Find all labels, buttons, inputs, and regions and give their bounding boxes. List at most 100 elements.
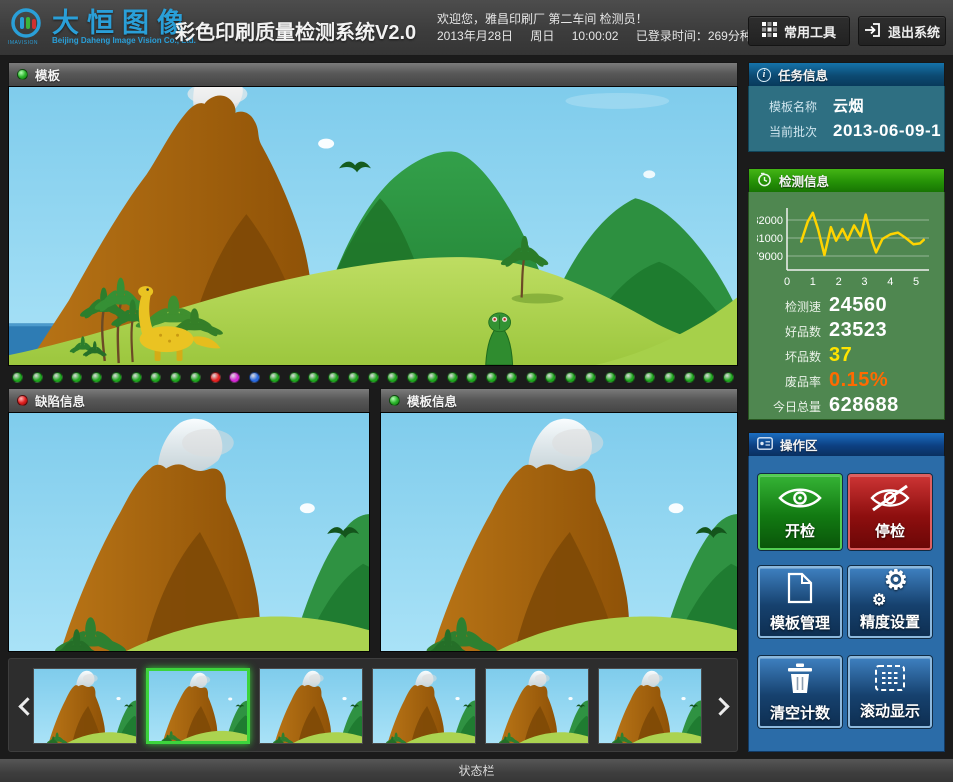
app-window: IMAVISION 大恒图像 Beijing Daheng Image Visi… xyxy=(0,0,953,782)
indicator-dot xyxy=(348,372,359,383)
stat-label: 今日总量 xyxy=(749,398,821,415)
svg-text:5: 5 xyxy=(913,276,919,288)
stat-value: 37 xyxy=(829,344,852,367)
indicator-dot xyxy=(269,372,280,383)
exit-system-button[interactable]: 退出系统 xyxy=(858,16,946,46)
indicator-dot xyxy=(32,372,43,383)
filmstrip-thumbnail[interactable] xyxy=(372,668,476,744)
logout-icon xyxy=(864,22,881,41)
indicator-dot xyxy=(545,372,556,383)
start-inspection-button[interactable]: 开检 xyxy=(758,474,842,550)
logo-mark-text: IMAVISION xyxy=(8,40,38,46)
defect-panel-header: 缺陷信息 xyxy=(8,388,370,412)
indicator-dot xyxy=(229,372,240,383)
filmstrip xyxy=(8,658,738,752)
grid-icon xyxy=(762,22,777,40)
speed-line-chart: 820008100079000012345 xyxy=(757,200,939,294)
template-manage-button[interactable]: 模板管理 xyxy=(758,566,842,638)
indicator-dot xyxy=(585,372,596,383)
stat-value: 0.15% xyxy=(829,369,888,392)
template-info-panel-title: 模板信息 xyxy=(407,391,457,410)
svg-text:3: 3 xyxy=(861,276,867,288)
filmstrip-thumbnail[interactable] xyxy=(146,668,250,744)
svg-text:0: 0 xyxy=(784,276,790,288)
eye-icon xyxy=(777,484,823,516)
svg-text:4: 4 xyxy=(887,276,893,288)
indicator-dot xyxy=(407,372,418,383)
indicator-dot xyxy=(644,372,655,383)
indicator-dot xyxy=(111,372,122,383)
welcome-text: 欢迎您，雅昌印刷厂 第二车间 检测员！ xyxy=(437,11,766,28)
stat-label: 废品率 xyxy=(749,373,821,390)
defect-panel-title: 缺陷信息 xyxy=(35,391,85,410)
gears-icon: ⚙⚙ xyxy=(872,573,908,607)
stat-label: 好品数 xyxy=(749,323,821,340)
indicator-dot xyxy=(249,372,260,383)
stat-row: 检测速 24560 xyxy=(749,294,946,319)
stop-inspection-label: 停检 xyxy=(875,520,905,541)
svg-text:82000: 82000 xyxy=(757,215,783,227)
detect-stats: 检测速 24560 好品数 23523 坏品数 37 废品率 0.15% 今日总… xyxy=(749,294,946,419)
indicator-dot xyxy=(71,372,82,383)
indicator-dot xyxy=(506,372,517,383)
page-title: 彩色印刷质量检测系统V2.0 xyxy=(175,16,416,45)
template-name-value: 云烟 xyxy=(833,95,864,116)
indicator-dot xyxy=(190,372,201,383)
clear-count-label: 清空计数 xyxy=(770,702,830,723)
stop-inspection-button[interactable]: 停检 xyxy=(848,474,932,550)
task-info-title: 任务信息 xyxy=(778,65,828,84)
filmstrip-thumbnail[interactable] xyxy=(33,668,137,744)
stat-row: 坏品数 37 xyxy=(749,344,946,369)
indicator-dot xyxy=(447,372,458,383)
svg-text:1: 1 xyxy=(810,276,816,288)
green-status-orb-icon xyxy=(389,395,400,406)
indicator-dot xyxy=(466,372,477,383)
indicator-dot xyxy=(605,372,616,383)
precision-settings-button[interactable]: ⚙⚙ 精度设置 xyxy=(848,566,932,638)
time-text: 10:00:02 xyxy=(572,29,619,43)
indicator-dot xyxy=(664,372,675,383)
indicator-dots xyxy=(8,366,738,388)
start-inspection-label: 开检 xyxy=(785,520,815,541)
template-info-panel-header: 模板信息 xyxy=(380,388,738,412)
session-info: 欢迎您，雅昌印刷厂 第二车间 检测员！ 2013年月28日 周日 10:00:0… xyxy=(437,11,766,45)
indicator-dot xyxy=(368,372,379,383)
scroll-right-chevron-icon[interactable] xyxy=(711,697,729,715)
filmstrip-thumbnail[interactable] xyxy=(598,668,702,744)
stat-row: 好品数 23523 xyxy=(749,319,946,344)
title-bar: IMAVISION 大恒图像 Beijing Daheng Image Visi… xyxy=(0,0,953,56)
indicator-dot xyxy=(52,372,63,383)
indicator-dot xyxy=(170,372,181,383)
status-bar: 状态栏 xyxy=(0,758,953,782)
indicator-dot xyxy=(427,372,438,383)
indicator-dot xyxy=(150,372,161,383)
stat-row: 废品率 0.15% xyxy=(749,369,946,394)
filmstrip-thumbnail[interactable] xyxy=(485,668,589,744)
red-status-orb-icon xyxy=(17,395,28,406)
daheng-logo-icon: IMAVISION xyxy=(8,8,46,46)
indicator-dot xyxy=(624,372,635,383)
indicator-dot xyxy=(308,372,319,383)
scroll-grid-icon xyxy=(874,664,906,696)
task-info-panel-header: i 任务信息 xyxy=(748,62,945,86)
indicator-dot xyxy=(565,372,576,383)
svg-text:2: 2 xyxy=(836,276,842,288)
template-image xyxy=(8,86,738,366)
stat-row: 今日总量 628688 xyxy=(749,394,946,419)
operations-panel-header: 操作区 xyxy=(748,432,945,456)
template-name-label: 模板名称 xyxy=(769,98,825,115)
detect-info-panel-header: 检测信息 xyxy=(748,168,945,192)
exit-system-label: 退出系统 xyxy=(888,22,940,41)
login-duration-text: 已登录时间：269分种 xyxy=(636,29,752,43)
stat-value: 23523 xyxy=(829,319,887,342)
stat-label: 坏品数 xyxy=(749,348,821,365)
batch-label: 当前批次 xyxy=(769,123,825,140)
indicator-dot xyxy=(723,372,734,383)
task-info-body: 模板名称 云烟 当前批次 2013-06-09-1 xyxy=(748,86,945,152)
operations-title: 操作区 xyxy=(780,435,818,454)
indicator-dot xyxy=(387,372,398,383)
filmstrip-thumbnail[interactable] xyxy=(259,668,363,744)
clear-count-button[interactable]: 清空计数 xyxy=(758,656,842,728)
common-tools-button[interactable]: 常用工具 xyxy=(748,16,850,46)
scroll-display-button[interactable]: 滚动显示 xyxy=(848,656,932,728)
